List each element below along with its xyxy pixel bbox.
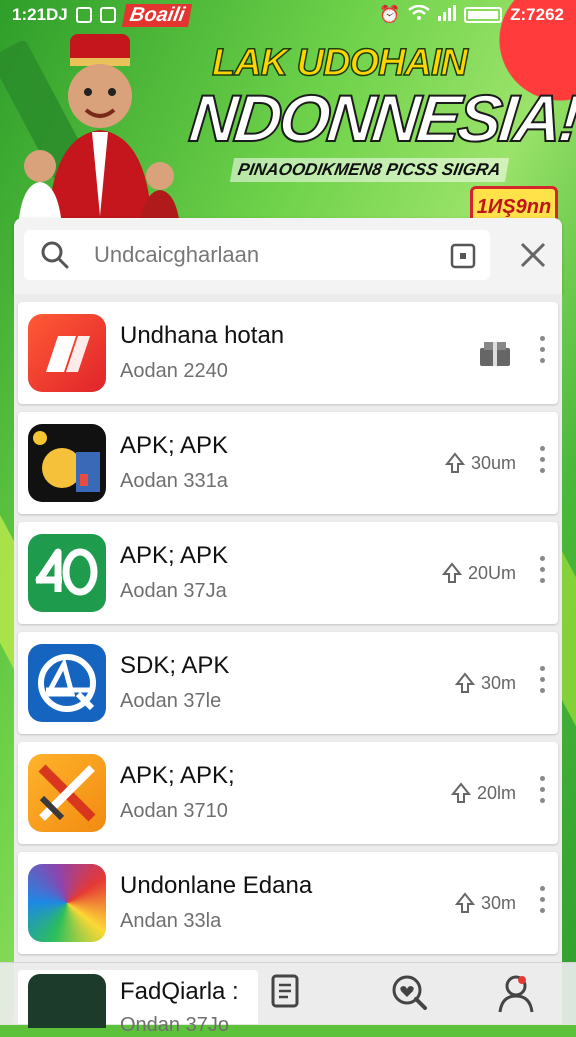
app-name: APK; APK;: [120, 762, 235, 789]
document-icon[interactable]: [270, 974, 300, 1010]
download-icon: [454, 892, 475, 913]
download-info[interactable]: 30m: [454, 892, 516, 914]
list-item[interactable]: SDK; APK Aodan 37le 30m: [18, 632, 558, 734]
search-box[interactable]: [24, 230, 490, 280]
list-item[interactable]: APK; APK; Aodan 3710 20lm: [18, 742, 558, 844]
banner-subtitle: PINAOODIKMEN8 PICSS SIIGRA: [229, 158, 509, 182]
status-time-right: Z:7262: [510, 5, 564, 24]
blue-circle-logo-icon: [28, 644, 106, 722]
more-options-icon[interactable]: [538, 556, 546, 586]
wifi-icon: [408, 4, 430, 26]
list-item[interactable]: FadQiarla : Ondan 37Jo: [18, 970, 258, 1036]
heart-search-icon[interactable]: [390, 974, 428, 1010]
banner-title-small: LAK UDOHAIN: [211, 41, 468, 85]
app-name: APK; APK: [120, 432, 229, 459]
signal-icon: [438, 4, 457, 26]
app-subtitle: Ondan 37Jo: [120, 1014, 229, 1036]
download-size: 30um: [470, 452, 516, 473]
status-time-left: 1:21DJ: [12, 5, 68, 24]
download-icon: [450, 782, 471, 803]
rainbow-logo-icon: [28, 864, 106, 942]
alarm-icon: ⏰: [378, 5, 401, 24]
download-size: 20lm: [476, 782, 516, 803]
cartoon-app-icon: [28, 424, 106, 502]
download-info[interactable]: 30um: [444, 452, 516, 474]
download-icon: [454, 672, 475, 693]
search-icon: [41, 241, 69, 269]
more-options-icon[interactable]: [538, 666, 546, 696]
download-info[interactable]: 20Um: [441, 562, 516, 584]
brand-label: Boaili: [121, 3, 193, 27]
download-info[interactable]: 30m: [454, 672, 516, 694]
list-item[interactable]: Undonlane Edana Andan 33la 30m: [18, 852, 558, 954]
notification-icon: [99, 7, 116, 23]
banner-title-large: NDONNESIA!: [185, 80, 576, 156]
download-size: 30m: [480, 892, 516, 913]
list-item[interactable]: Undhana hotan Aodan 2240: [18, 302, 558, 404]
app-name: SDK; APK: [120, 652, 230, 679]
mascot-illustration: [18, 34, 180, 226]
app-subtitle: Aodan 3710: [120, 800, 228, 822]
app-name: Undhana hotan: [120, 322, 285, 349]
download-size: 30m: [480, 672, 516, 693]
app-name: Undonlane Edana: [120, 872, 313, 899]
app-list: Undhana hotan Aodan 2240 APK; APK Aodan …: [14, 294, 562, 1024]
download-info[interactable]: 20lm: [450, 782, 516, 804]
app-subtitle: Andan 33la: [120, 910, 222, 932]
more-options-icon[interactable]: [538, 336, 546, 366]
download-icon: [441, 562, 462, 583]
red-pill-logo-icon: [28, 314, 106, 392]
battery-icon: [464, 7, 503, 23]
download-icon: [444, 452, 465, 473]
app-subtitle: Aodan 2240: [120, 360, 228, 382]
search-bar: [14, 218, 562, 294]
app-icon: [28, 974, 106, 1028]
more-options-icon[interactable]: [538, 886, 546, 916]
download-size: 20Um: [467, 562, 516, 583]
gift-icon[interactable]: [478, 338, 512, 368]
list-item[interactable]: APK; APK Aodan 331a 30um: [18, 412, 558, 514]
profile-icon[interactable]: [496, 974, 536, 1014]
green-40-logo-icon: [28, 534, 106, 612]
app-subtitle: Aodan 37Ja: [120, 580, 227, 602]
app-subtitle: Aodan 331a: [120, 470, 228, 492]
app-name: FadQiarla :: [120, 978, 239, 1005]
app-subtitle: Aodan 37le: [120, 690, 222, 712]
search-input[interactable]: [92, 241, 426, 269]
app-name: APK; APK: [120, 542, 229, 569]
notification-icon: [75, 7, 92, 23]
more-options-icon[interactable]: [538, 446, 546, 476]
more-options-icon[interactable]: [538, 776, 546, 806]
close-icon[interactable]: [518, 240, 548, 270]
scan-icon[interactable]: [450, 243, 476, 269]
list-item[interactable]: APK; APK Aodan 37Ja 20Um: [18, 522, 558, 624]
orange-x-logo-icon: [28, 754, 106, 832]
